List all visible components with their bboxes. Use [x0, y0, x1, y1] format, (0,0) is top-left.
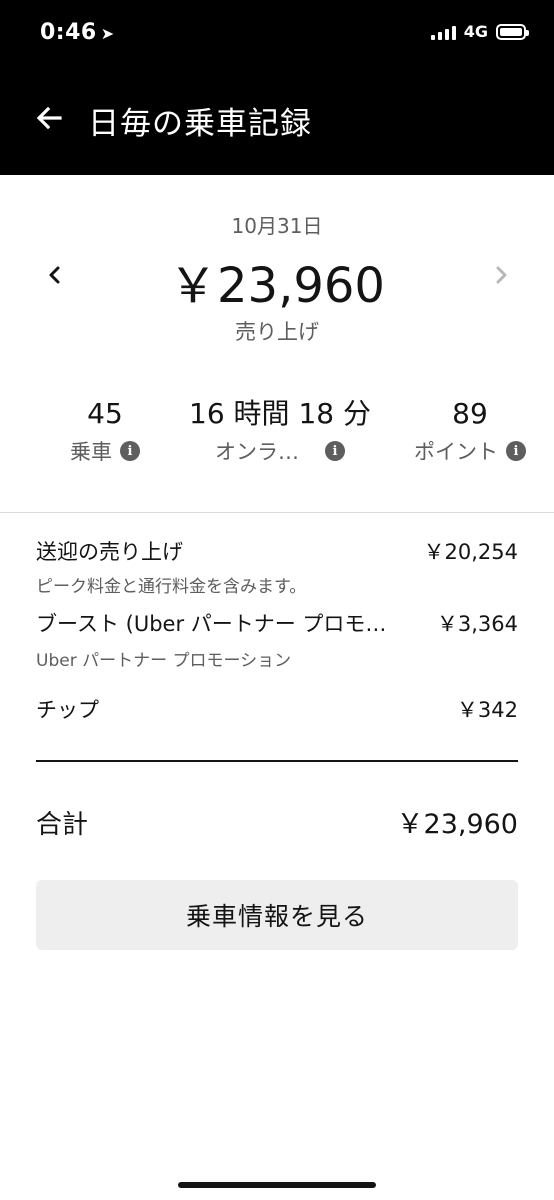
- boost-value: ￥3,364: [436, 612, 518, 636]
- stat-trips-value: 45: [87, 397, 123, 430]
- battery-level: [500, 27, 522, 36]
- info-icon[interactable]: i: [325, 441, 345, 461]
- fare-note: ピーク料金と通行料金を含みます。: [36, 577, 307, 597]
- section-divider: [0, 512, 554, 513]
- info-icon[interactable]: i: [506, 441, 526, 461]
- boost-note: Uber パートナー プロモーション: [36, 651, 292, 671]
- battery-icon: [496, 23, 529, 40]
- stat-trips-label-row: 乗車 i: [50, 436, 160, 466]
- fare-row: 送迎の売り上げ ￥20,254: [36, 536, 518, 566]
- stat-trips-label: 乗車: [70, 440, 112, 464]
- total-value: ￥23,960: [396, 809, 518, 840]
- cellular-signal-icon: [430, 24, 456, 40]
- status-bar: 0:46 ➤ 4G: [0, 0, 554, 70]
- summary-label: 売り上げ: [235, 320, 319, 344]
- stat-trips: 45 乗車 i: [50, 396, 160, 466]
- nav-header: 日毎の乗車記録: [0, 70, 554, 175]
- stat-online-time-label-row: オンラ… i: [180, 436, 380, 466]
- fare-value: ￥20,254: [423, 540, 518, 564]
- info-icon[interactable]: i: [120, 441, 140, 461]
- fare-label: 送迎の売り上げ: [36, 540, 183, 564]
- total-row: 合計 ￥23,960: [36, 802, 518, 841]
- summary-date: 10月31日: [231, 214, 323, 238]
- stat-points-label: ポイント: [414, 440, 498, 464]
- next-day-chevron-icon[interactable]: [486, 260, 516, 290]
- stat-online-time: 16 時間 18 分 オンラ… i: [180, 396, 380, 466]
- boost-label: ブースト (Uber パートナー プロモ…: [36, 612, 387, 636]
- tip-label: チップ: [36, 698, 99, 722]
- page-title: 日毎の乗車記録: [88, 106, 312, 142]
- tip-value: ￥342: [456, 698, 518, 722]
- stat-points-value: 89: [452, 397, 488, 430]
- status-time-text: 0:46: [40, 20, 97, 45]
- back-arrow-icon[interactable]: [30, 98, 70, 138]
- home-indicator[interactable]: [178, 1182, 376, 1188]
- stat-online-time-value: 16 時間 18 分: [189, 397, 371, 430]
- status-indicators: 4G: [430, 22, 529, 41]
- boost-row: ブースト (Uber パートナー プロモ… ￥3,364: [36, 608, 518, 638]
- stat-points: 89 ポイント i: [400, 396, 540, 466]
- total-divider: [36, 760, 518, 762]
- summary-amount: ￥23,960: [169, 258, 385, 314]
- stat-online-time-label: オンラ…: [215, 440, 299, 464]
- view-trips-button[interactable]: 乗車情報を見る: [36, 880, 518, 950]
- total-label: 合計: [36, 810, 89, 840]
- tip-row: チップ ￥342: [36, 694, 518, 724]
- network-type: 4G: [463, 22, 488, 41]
- location-arrow-icon: ➤: [100, 24, 115, 43]
- stat-points-label-row: ポイント i: [400, 436, 540, 466]
- status-time: 0:46 ➤: [40, 20, 115, 45]
